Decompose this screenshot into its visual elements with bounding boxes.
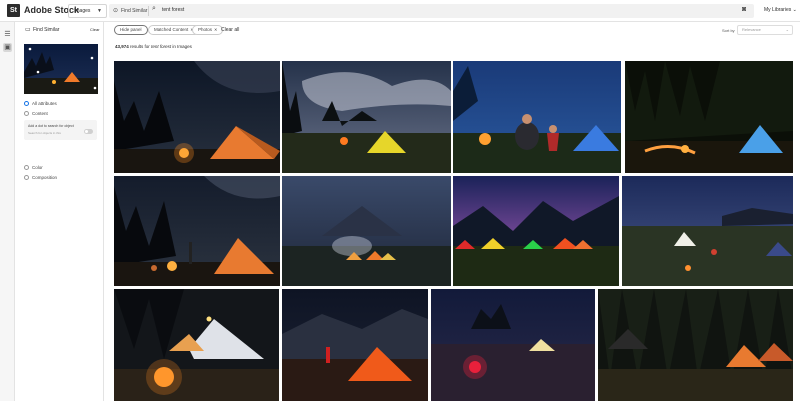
filter-chip-photos[interactable]: Photos ✕ — [192, 25, 224, 35]
result-image[interactable] — [453, 176, 619, 286]
result-image[interactable] — [282, 61, 451, 173]
left-rail: ☰ ▣ — [0, 22, 15, 401]
image-search-icon: ▭ — [25, 27, 31, 33]
sort-value: Relevance — [742, 27, 761, 32]
result-image[interactable] — [431, 289, 595, 401]
top-bar: St Adobe Stock Images ▼ ⊙ Find Similar ⌕… — [0, 0, 800, 22]
results-summary: 43,974 results for tent forest in Images — [115, 44, 192, 49]
result-image[interactable] — [114, 61, 280, 173]
radio[interactable] — [24, 165, 29, 170]
radio[interactable] — [24, 111, 29, 116]
attribute-composition[interactable]: Composition — [24, 175, 57, 180]
find-similar-panel: ▭ Find Similar Clear All attributes Cont… — [15, 22, 104, 401]
object-search-hint: Add a dot to search for object Search fo… — [24, 120, 97, 140]
sort-select[interactable]: Relevance ⌄ — [737, 25, 793, 35]
find-similar-chip[interactable]: ⊙ Find Similar — [112, 6, 147, 16]
attribute-color[interactable]: Color — [24, 165, 43, 170]
my-libraries-label: My Libraries — [764, 7, 792, 13]
search-bar[interactable]: ⊙ Find Similar ⌕ tent forest ◙ — [109, 4, 754, 18]
radio-selected[interactable] — [24, 101, 29, 106]
radio[interactable] — [24, 175, 29, 180]
image-search-icon: ⊙ — [113, 8, 119, 14]
image-stack-icon[interactable]: ▣ — [3, 43, 12, 52]
panel-clear-button[interactable]: Clear — [90, 27, 100, 32]
result-image[interactable] — [453, 61, 621, 173]
panel-title: ▭ Find Similar — [25, 27, 60, 33]
search-divider — [148, 6, 149, 16]
hint-title: Add a dot to search for object — [28, 124, 74, 128]
my-libraries-button[interactable]: My Libraries ⌄ — [764, 7, 797, 13]
hint-subtitle: Search for objects in this — [28, 131, 61, 135]
chevron-down-icon: ▼ — [97, 8, 102, 14]
chevron-down-icon: ⌄ — [785, 27, 789, 32]
result-image[interactable] — [622, 176, 793, 286]
filter-icon[interactable]: ☰ — [3, 30, 12, 39]
object-search-toggle[interactable] — [84, 129, 93, 134]
result-image[interactable] — [598, 289, 793, 401]
search-input[interactable]: tent forest — [162, 7, 184, 13]
adobe-stock-logo[interactable]: St — [7, 4, 20, 17]
results-query: tent forest — [151, 44, 172, 49]
attribute-all[interactable]: All attributes — [24, 101, 57, 106]
reference-image[interactable] — [24, 44, 98, 94]
result-image[interactable] — [625, 61, 793, 173]
asset-type-select[interactable]: Images ▼ — [68, 4, 107, 18]
attribute-content[interactable]: Content — [24, 111, 48, 116]
result-image[interactable] — [282, 176, 451, 286]
asset-type-value: Images — [74, 8, 91, 14]
result-image[interactable] — [114, 176, 280, 286]
hide-panel-button[interactable]: Hide panel — [114, 25, 148, 35]
results-count: 43,974 — [115, 44, 129, 49]
find-similar-chip-label: Find Similar — [121, 8, 148, 14]
close-icon[interactable]: ✕ — [214, 27, 217, 32]
sort-label: Sort by — [722, 28, 735, 33]
search-icon: ⌕ — [152, 5, 156, 12]
result-image[interactable] — [282, 289, 428, 401]
camera-search-icon[interactable]: ◙ — [742, 6, 746, 13]
result-image[interactable] — [114, 289, 279, 401]
chevron-down-icon: ⌄ — [792, 7, 797, 13]
clear-all-button[interactable]: Clear all — [221, 27, 239, 33]
